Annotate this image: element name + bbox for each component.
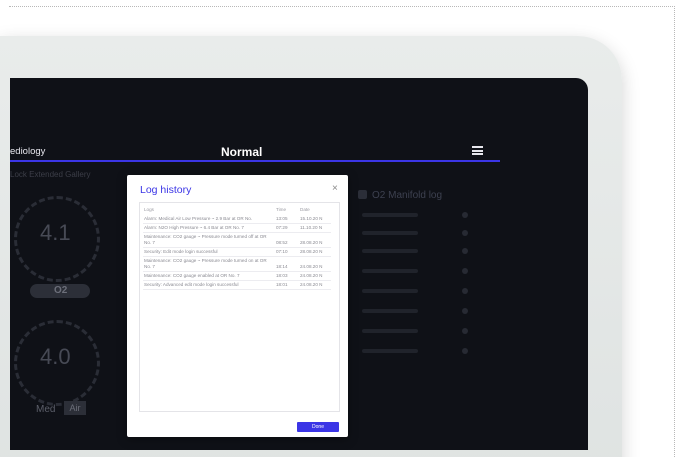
log-date: 24.08.20 N bbox=[299, 256, 331, 272]
panel-icon bbox=[358, 190, 367, 199]
bottom-badge: Air bbox=[64, 401, 86, 415]
log-text: Maintenance: CO2 gauge ~ Pressure mode t… bbox=[143, 256, 275, 272]
log-row: Maintenance: CO2 gauge ~ Pressure mode t… bbox=[143, 232, 331, 248]
panel-row bbox=[362, 286, 472, 296]
log-time: 08:52 bbox=[275, 232, 299, 248]
bottom-label: Med bbox=[36, 404, 56, 415]
log-table: Logs Time Date Alarm: Medical Air Low Pr… bbox=[143, 206, 331, 290]
header-left-text: ediology bbox=[10, 146, 46, 157]
log-time: 13:05 bbox=[275, 214, 299, 224]
log-list[interactable]: Logs Time Date Alarm: Medical Air Low Pr… bbox=[139, 202, 340, 412]
close-icon[interactable]: × bbox=[332, 183, 338, 194]
log-row: Alarm: N2O High Pressure ~ 6.4 Bar at OR… bbox=[143, 223, 331, 233]
background-subtitle: Lock Extended Gallery bbox=[10, 170, 91, 179]
dialog-title: Log history bbox=[140, 184, 192, 196]
log-date: 28.08.20 N bbox=[299, 232, 331, 248]
log-date: 24.08.20 N bbox=[299, 280, 331, 290]
panel-row bbox=[362, 346, 472, 356]
log-date: 11.10.20 N bbox=[299, 223, 331, 233]
log-time: 18:14 bbox=[275, 256, 299, 272]
column-header-date: Date bbox=[300, 207, 310, 212]
log-row: Maintenance: CO2 gauge ~ Pressure mode t… bbox=[143, 256, 331, 272]
log-history-dialog: Log history × Logs Time Date Alarm: Medi… bbox=[127, 175, 348, 437]
log-text: Security: Edit mode login successful bbox=[143, 247, 275, 257]
column-header-logs: Logs bbox=[144, 207, 154, 212]
page-title: Normal bbox=[221, 145, 263, 159]
log-date: 15.10.20 N bbox=[299, 214, 331, 224]
log-row: Security: Advanced edit mode login succe… bbox=[143, 280, 331, 290]
panel-row bbox=[362, 210, 472, 220]
panel-row bbox=[362, 326, 472, 336]
log-row: Security: Edit mode login successful 07:… bbox=[143, 247, 331, 257]
log-text: Security: Advanced edit mode login succe… bbox=[143, 280, 275, 290]
panel-row bbox=[362, 246, 472, 256]
log-time: 18:01 bbox=[275, 280, 299, 290]
log-text: Alarm: Medical Air Low Pressure ~ 2.9 Ba… bbox=[143, 214, 275, 224]
log-row: Maintenance: CO2 gauge enabled at OR No.… bbox=[143, 271, 331, 281]
log-date: 28.08.20 N bbox=[299, 247, 331, 257]
log-time: 07:10 bbox=[275, 247, 299, 257]
right-panel-title: O2 Manifold log bbox=[372, 190, 443, 201]
gauge-top-value: 4.1 bbox=[40, 220, 71, 245]
log-text: Maintenance: CO2 gauge ~ Pressure mode t… bbox=[143, 232, 275, 248]
column-header-time: Time bbox=[276, 207, 287, 212]
done-button[interactable]: Done bbox=[297, 422, 339, 432]
log-time: 18:03 bbox=[275, 271, 299, 281]
hamburger-menu-icon[interactable] bbox=[472, 146, 483, 155]
gauge-bottom-value: 4.0 bbox=[40, 344, 71, 369]
panel-row bbox=[362, 306, 472, 316]
gas-pill-label: O2 bbox=[54, 285, 68, 296]
log-date: 24.08.20 N bbox=[299, 271, 331, 281]
log-text: Maintenance: CO2 gauge enabled at OR No.… bbox=[143, 271, 275, 281]
app-header: ediology Normal bbox=[10, 140, 500, 162]
log-text: Alarm: N2O High Pressure ~ 6.4 Bar at OR… bbox=[143, 223, 275, 233]
log-time: 07:29 bbox=[275, 223, 299, 233]
panel-row bbox=[362, 228, 472, 238]
log-row: Alarm: Medical Air Low Pressure ~ 2.9 Ba… bbox=[143, 214, 331, 224]
panel-row bbox=[362, 266, 472, 276]
